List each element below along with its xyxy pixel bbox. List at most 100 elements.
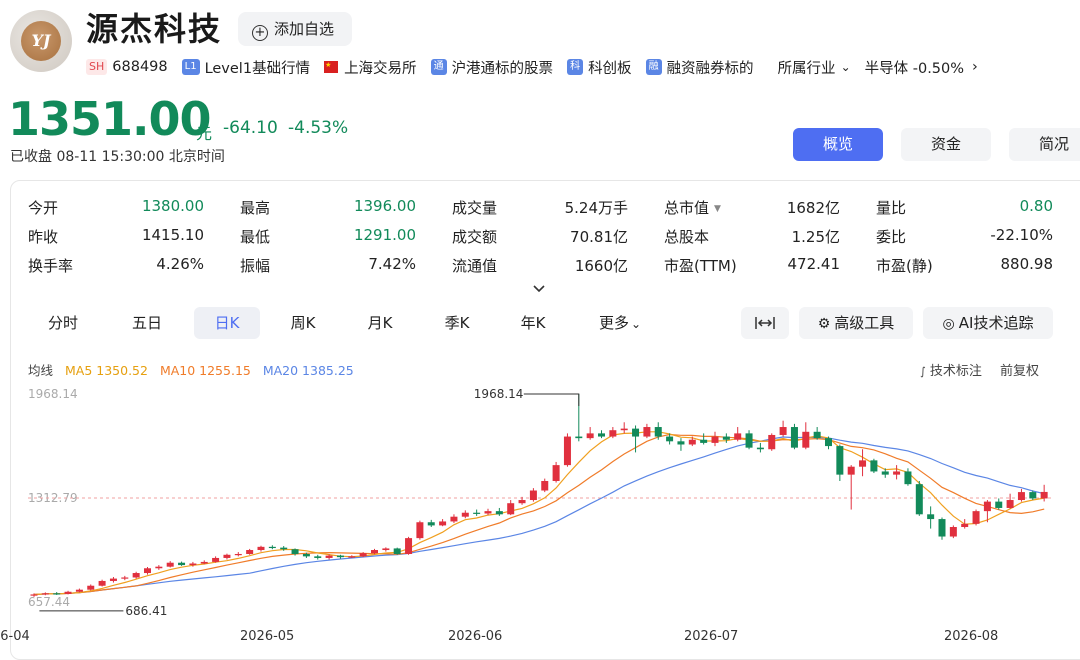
tab-funds[interactable]: 资金 [901,128,991,161]
current-price: 1351.00 [8,92,212,146]
candle-body [995,501,1003,508]
candle-body [1006,500,1014,508]
level1-badge: L1 [181,59,200,75]
stat-value: -22.10% [990,226,1053,244]
candle-body [768,434,776,450]
chevron-down-icon: ⌄ [630,317,642,331]
y-tick-label: 657.44 [28,595,70,609]
candle-body [972,511,980,524]
stat-value: 1291.00 [353,226,416,244]
period-daily[interactable]: 日K [194,307,260,339]
price-change-percent: -4.53% [288,118,349,138]
tab-profile[interactable]: 简况 [1009,128,1080,161]
tab-overview[interactable]: 概览 [793,128,883,161]
candle-body [790,427,798,448]
more-label: 更多 [598,314,629,332]
ma20-line [33,436,1045,596]
tag-margin[interactable]: 融 融资融券标的 [645,57,754,78]
candle-body [722,436,730,440]
candle-body [836,446,844,475]
candle-body [881,471,889,475]
stat-value: 1380.00 [141,197,204,215]
tag-label: 科创板 [588,60,632,77]
price-adjust-toggle[interactable]: 前复权 [1000,364,1039,379]
candle-body [291,549,299,554]
candle-body [336,555,344,558]
tag-exchange[interactable]: 上海交易所 [324,57,417,78]
ma10-value: MA10 1255.15 [159,363,251,378]
add-to-watchlist-button[interactable]: + 添加自选 [238,12,352,46]
x-tick-label: 2026-06 [448,629,502,644]
stat-label: 今开 [28,199,59,217]
tag-star-market[interactable]: 科 科创板 [567,57,632,78]
candle-body [450,516,458,522]
candle-body [632,428,640,437]
china-flag-icon [324,61,339,73]
candle-body [132,573,140,578]
candle-body [825,438,832,447]
stat-label: 委比 [876,228,907,246]
stat-value: 0.80 [1019,197,1053,215]
candle-body [30,594,38,596]
price-change: -64.10 [223,118,278,138]
ai-tracking-button[interactable]: ◎ AI技术追踪 [923,307,1053,339]
candlestick-chart[interactable]: 1968.141312.79657.441968.14686.4126-0420… [0,380,1080,653]
chevron-down-icon: ⌄ [840,60,851,74]
tag-level1[interactable]: L1 Level1基础行情 [181,57,310,78]
period-weekly[interactable]: 周K [270,307,336,339]
stat-value: 1660亿 [574,257,628,275]
candle-body [552,465,560,481]
x-tick-label: 2026-08 [944,629,998,644]
candle-body [268,546,276,549]
candle-body [257,546,265,551]
expand-horizontal-icon [755,317,775,329]
caret-down-icon[interactable]: ▼ [714,204,721,214]
candle-body [949,527,957,537]
candle-body [1040,491,1048,499]
period-yearly[interactable]: 年K [500,307,566,339]
candle-body [802,431,810,448]
stat-label: 振幅 [240,257,271,275]
stat-label: 成交额 [452,228,498,246]
period-5day[interactable]: 五日 [112,307,182,339]
candle-body [859,460,867,467]
stat-value: 4.26% [156,255,204,273]
advanced-tools-button[interactable]: ⚙ 高级工具 [799,307,913,339]
candle-body [314,556,322,558]
industry-dropdown[interactable]: 所属行业 ⌄ [778,57,851,78]
period-monthly[interactable]: 月K [347,307,413,339]
candle-body [847,466,855,475]
stat-label: 最高 [240,199,271,217]
candle-body [98,580,106,586]
candle-body [280,547,288,550]
candle-body [745,433,753,448]
candle-body [586,433,594,439]
stat-label: 市盈(静) [876,257,933,275]
stat-value: 5.24万手 [564,199,628,217]
industry-link[interactable]: 半导体 -0.50% › [865,57,978,78]
stat-value: 70.81亿 [570,228,628,246]
period-more-dropdown[interactable]: 更多 ⌄ [585,307,655,339]
expand-chevron-icon[interactable] [532,282,546,296]
tools-icon: ⚙ [817,316,831,332]
candle-body [529,490,537,501]
candle-body [598,433,605,437]
connect-badge: 通 [430,59,447,75]
candle-body [518,500,526,504]
annotate-toggle[interactable]: ∫ 技术标注 [920,364,982,379]
y-tick-label: 1968.14 [28,387,78,401]
stat-value: 472.41 [787,255,841,273]
candle-body [382,548,390,551]
candle-body [927,514,935,520]
stat-value: 1396.00 [353,197,416,215]
fit-width-button[interactable] [741,307,789,339]
candle-body [643,427,651,437]
candle-body [166,562,174,567]
period-intraday[interactable]: 分时 [28,307,98,339]
candle-body [302,553,310,557]
tag-hk-connect[interactable]: 通 沪港通标的股票 [430,57,553,78]
period-quarterly[interactable]: 季K [424,307,490,339]
candle-body [541,480,549,491]
candle-body [677,441,685,445]
candle-body [393,548,401,554]
